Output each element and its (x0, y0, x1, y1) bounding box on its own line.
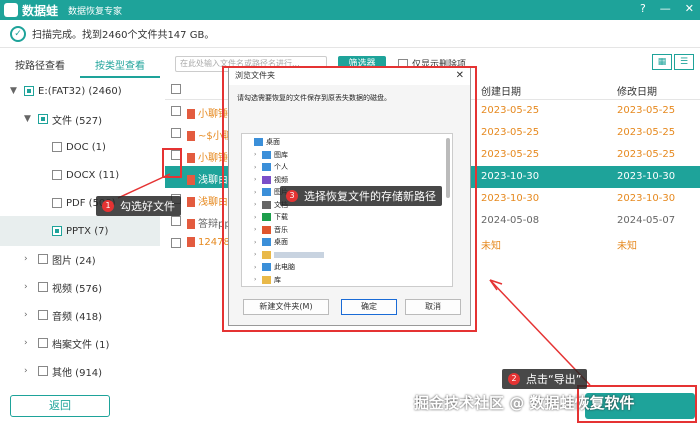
step-1-badge: 1 (102, 200, 114, 212)
step-2-text: 点击“导出” (526, 373, 582, 386)
step-2-badge: 2 (508, 373, 520, 385)
step-3-badge: 3 (286, 190, 298, 202)
callout-step-1: 1 勾选好文件 (96, 196, 181, 216)
callout-step-2: 2 点击“导出” (502, 369, 588, 389)
arrow-1 (117, 173, 171, 199)
callout-step-3: 3 选择恢复文件的存储新路径 (280, 186, 442, 206)
step-1-text: 勾选好文件 (120, 200, 175, 213)
step-3-text: 选择恢复文件的存储新路径 (304, 190, 436, 203)
